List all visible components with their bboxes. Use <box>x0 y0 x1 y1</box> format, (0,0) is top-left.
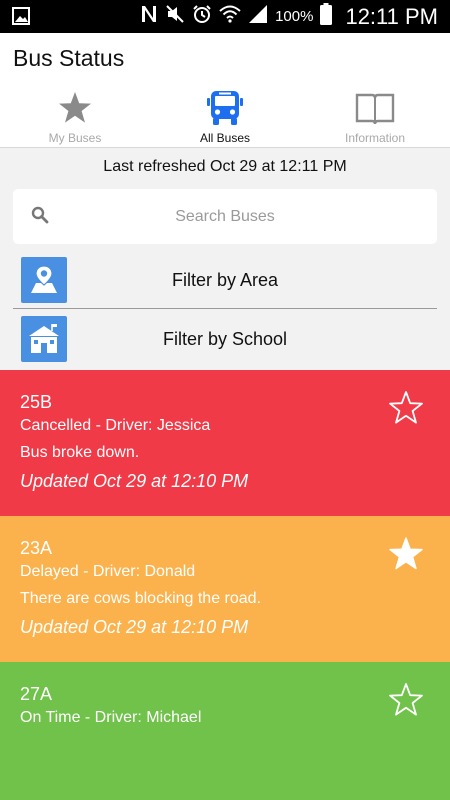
tab-my-buses[interactable]: My Buses <box>0 85 150 147</box>
search-input[interactable] <box>13 189 437 244</box>
filter-label: Filter by Area <box>171 270 279 290</box>
alarm-icon <box>192 4 212 29</box>
favorite-star-filled-icon[interactable] <box>388 536 424 572</box>
battery-icon <box>320 3 333 30</box>
bus-route: 25B <box>20 392 53 412</box>
favorite-star-outline-icon[interactable] <box>388 390 424 426</box>
school-icon <box>21 316 67 362</box>
battery-percent: 100% <box>275 8 314 25</box>
wifi-icon <box>219 5 241 28</box>
bus-route: 23A <box>20 538 53 558</box>
tab-label: My Buses <box>48 131 102 145</box>
tab-label: All Buses <box>199 131 251 145</box>
image-icon <box>12 7 30 30</box>
star-icon <box>57 89 93 127</box>
status-bar: 100% 12:11 PM <box>0 0 450 33</box>
app-title: Bus Status <box>13 45 125 71</box>
search-icon <box>31 206 49 229</box>
mute-icon <box>165 4 185 29</box>
favorite-star-outline-icon[interactable] <box>388 682 424 718</box>
filter-label: Filter by School <box>162 329 288 349</box>
bus-updated: Updated Oct 29 at 12:10 PM <box>20 471 249 491</box>
bus-updated: Updated Oct 29 at 12:10 PM <box>20 617 249 637</box>
filter-by-school-button[interactable]: Filter by School <box>13 310 437 368</box>
bus-card[interactable]: 27A On Time - Driver: Michael <box>0 662 450 800</box>
tab-all-buses[interactable]: All Buses <box>150 85 300 147</box>
bus-card[interactable]: 25B Cancelled - Driver: Jessica Bus brok… <box>0 370 450 516</box>
bus-status: Delayed - Driver: Donald <box>20 563 196 580</box>
filter-by-area-button[interactable]: Filter by Area <box>13 251 437 309</box>
signal-icon <box>248 4 268 29</box>
app-header: Bus Status My Buses All Buses Informatio… <box>0 33 450 148</box>
tab-bar: My Buses All Buses Information <box>0 85 450 147</box>
bus-message: There are cows blocking the road. <box>20 590 262 607</box>
bus-message: Bus broke down. <box>20 444 140 461</box>
tab-information[interactable]: Information <box>300 85 450 147</box>
nfc-icon <box>140 4 158 29</box>
map-icon <box>21 257 67 303</box>
bus-route: 27A <box>20 684 53 704</box>
bus-card[interactable]: 23A Delayed - Driver: Donald There are c… <box>0 516 450 662</box>
bus-status: On Time - Driver: Michael <box>20 709 202 726</box>
search-box[interactable] <box>13 189 437 244</box>
last-refreshed-text: Last refreshed Oct 29 at 12:11 PM <box>103 158 347 175</box>
book-icon <box>355 89 395 127</box>
bus-icon <box>207 89 243 127</box>
clock: 12:11 PM <box>345 3 438 29</box>
tab-label: Information <box>344 131 406 145</box>
bus-status: Cancelled - Driver: Jessica <box>20 417 211 434</box>
